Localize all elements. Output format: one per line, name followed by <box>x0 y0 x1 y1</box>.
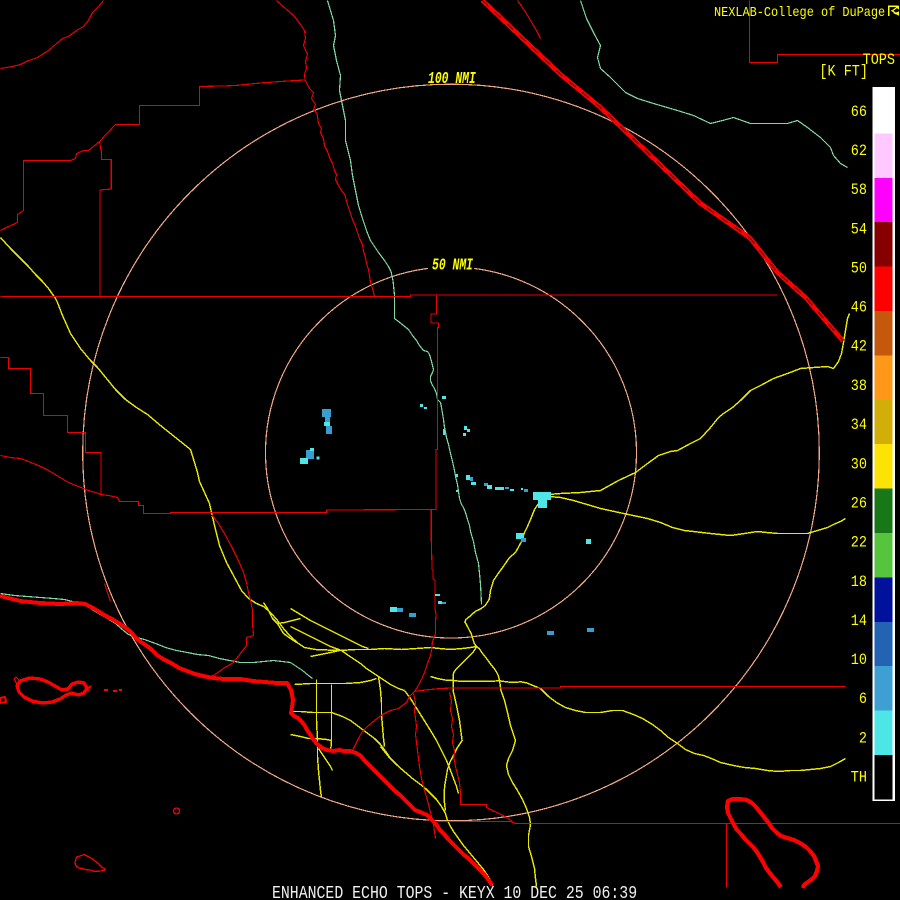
svg-text:62: 62 <box>851 143 867 160</box>
svg-text:26: 26 <box>851 496 867 513</box>
svg-text:[K FT]: [K FT] <box>819 64 868 81</box>
svg-text:50: 50 <box>851 261 867 278</box>
svg-text:22: 22 <box>851 535 867 552</box>
svg-text:42: 42 <box>851 339 867 356</box>
svg-text:NEXLAB-College of DuPage: NEXLAB-College of DuPage <box>714 4 885 20</box>
svg-text:34: 34 <box>851 417 867 434</box>
svg-text:50 NMI: 50 NMI <box>432 257 473 276</box>
svg-text:2: 2 <box>859 731 867 748</box>
svg-text:54: 54 <box>851 222 867 239</box>
svg-text:10: 10 <box>851 652 867 669</box>
svg-text:14: 14 <box>851 613 867 630</box>
svg-text:30: 30 <box>851 457 867 474</box>
svg-text:100 NMI: 100 NMI <box>428 70 476 89</box>
svg-text:38: 38 <box>851 378 867 395</box>
svg-text:66: 66 <box>851 104 867 121</box>
svg-text:ENHANCED ECHO TOPS - KEYX 10 D: ENHANCED ECHO TOPS - KEYX 10 DEC 25 06:3… <box>272 884 637 900</box>
svg-text:TH: TH <box>851 770 867 787</box>
svg-text:58: 58 <box>851 182 867 199</box>
svg-text:6: 6 <box>859 691 867 708</box>
svg-text:18: 18 <box>851 574 867 591</box>
svg-text:46: 46 <box>851 300 867 317</box>
